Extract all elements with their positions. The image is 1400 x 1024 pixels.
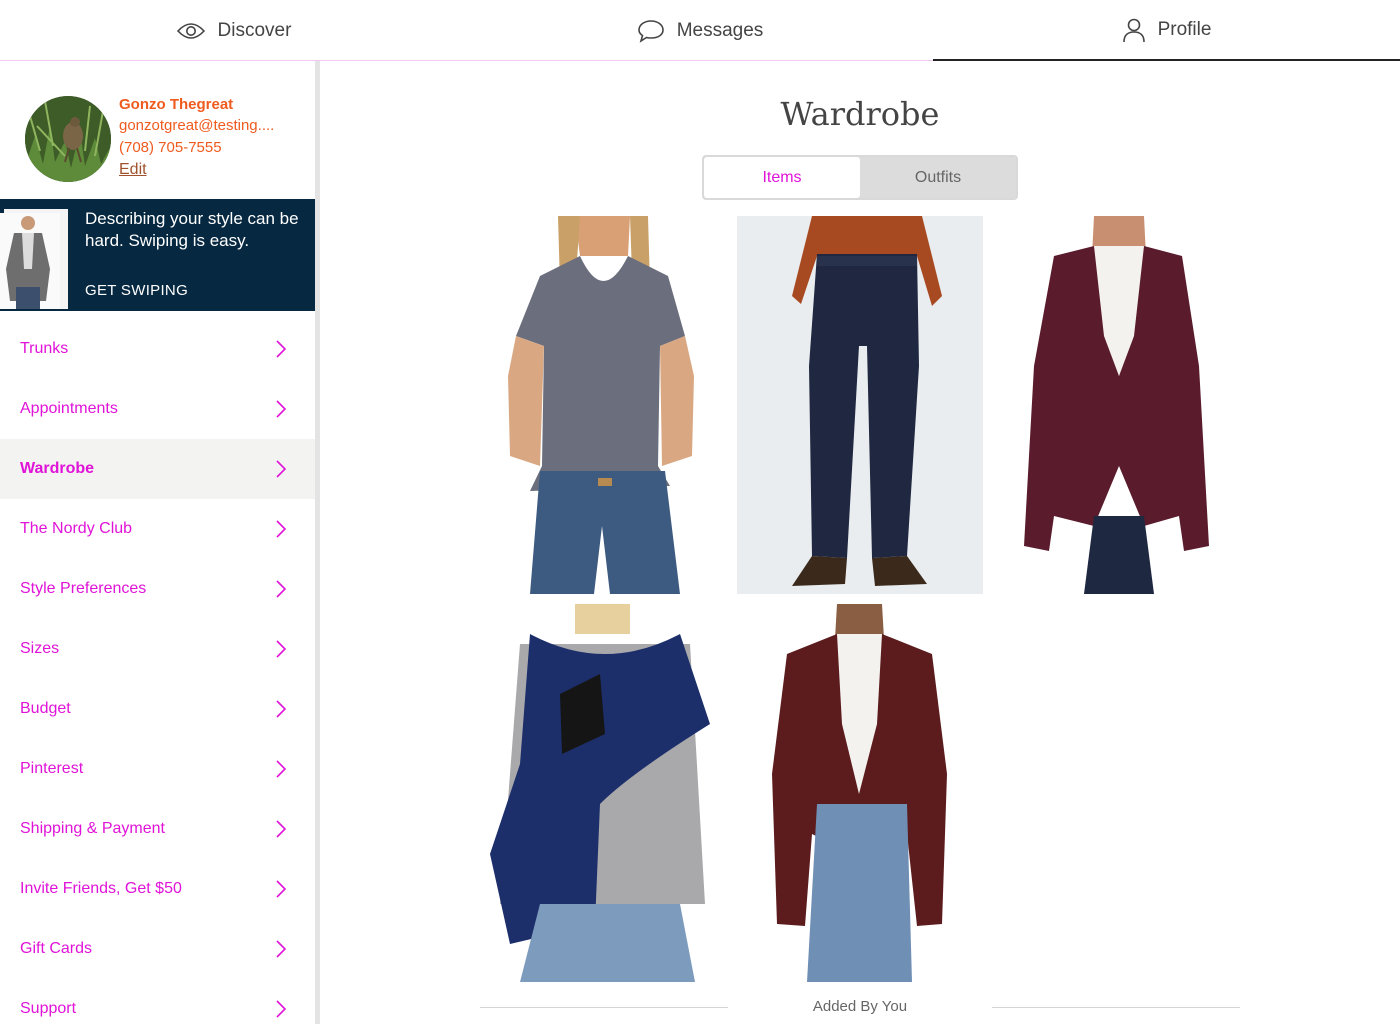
sidebar-item-label: Gift Cards: [20, 940, 93, 957]
sidebar-item-appointments[interactable]: Appointments: [0, 379, 315, 439]
tab-discover[interactable]: Discover: [0, 0, 467, 61]
profile-card: Gonzo Thegreat gonzotgreat@testing.... (…: [0, 61, 315, 199]
sidebar-item-budget[interactable]: Budget: [0, 679, 315, 739]
wardrobe-item-blue-fur-scarf[interactable]: [480, 604, 726, 982]
sidebar-item-label: Pinterest: [20, 760, 84, 777]
sidebar-item-label: Support: [20, 1000, 77, 1017]
chevron-right-icon: [276, 580, 287, 598]
profile-menu: Trunks Appointments Wardrobe The Nordy C…: [0, 319, 315, 1024]
swiping-promo-banner[interactable]: Describing your style can be hard. Swipi…: [0, 199, 315, 311]
sidebar-item-style-preferences[interactable]: Style Preferences: [0, 559, 315, 619]
get-swiping-link[interactable]: GET SWIPING: [85, 282, 188, 299]
sidebar-item-label: Style Preferences: [20, 580, 147, 597]
sidebar-item-label: Budget: [20, 700, 71, 717]
chevron-right-icon: [276, 340, 287, 358]
sidebar-item-label: Appointments: [20, 400, 118, 417]
wardrobe-panel: Wardrobe Items Outfits Added By You: [320, 61, 1400, 1024]
tab-profile[interactable]: Profile: [933, 0, 1400, 61]
sidebar-item-trunks[interactable]: Trunks: [0, 319, 315, 379]
sidebar-item-support[interactable]: Support: [0, 979, 315, 1024]
sidebar-item-label: Wardrobe: [20, 460, 95, 477]
edit-profile-link[interactable]: Edit: [119, 161, 147, 179]
wardrobe-item-burgundy-blazer[interactable]: [994, 216, 1240, 594]
sidebar-item-label: Invite Friends, Get $50: [20, 880, 182, 897]
eye-icon: [176, 21, 206, 41]
chevron-right-icon: [276, 820, 287, 838]
page-title: Wardrobe: [780, 95, 940, 133]
profile-phone: (708) 705-7555: [119, 139, 222, 156]
section-divider-right: [992, 1007, 1240, 1008]
sidebar-item-label: Sizes: [20, 640, 60, 657]
sidebar: Gonzo Thegreat gonzotgreat@testing.... (…: [0, 61, 315, 1024]
promo-image: [0, 209, 68, 309]
sidebar-item-shipping-payment[interactable]: Shipping & Payment: [0, 799, 315, 859]
sidebar-item-label: Trunks: [20, 340, 69, 357]
sidebar-item-pinterest[interactable]: Pinterest: [0, 739, 315, 799]
chevron-right-icon: [276, 1000, 287, 1018]
chevron-right-icon: [276, 400, 287, 418]
sidebar-item-wardrobe[interactable]: Wardrobe: [0, 439, 315, 499]
chevron-right-icon: [276, 760, 287, 778]
sidebar-item-invite-friends[interactable]: Invite Friends, Get $50: [0, 859, 315, 919]
wardrobe-view-toggle: Items Outfits: [702, 155, 1018, 200]
sidebar-item-nordy-club[interactable]: The Nordy Club: [0, 499, 315, 559]
person-icon: [1122, 17, 1146, 43]
sidebar-item-gift-cards[interactable]: Gift Cards: [0, 919, 315, 979]
sidebar-item-label: The Nordy Club: [20, 520, 133, 537]
tab-messages[interactable]: Messages: [467, 0, 933, 61]
chevron-right-icon: [276, 880, 287, 898]
chevron-right-icon: [276, 460, 287, 478]
tab-items[interactable]: Items: [704, 157, 860, 198]
chat-bubble-icon: [637, 19, 665, 43]
top-navigation: Discover Messages Profile: [0, 0, 1400, 61]
chevron-right-icon: [276, 640, 287, 658]
section-divider-left: [480, 1007, 728, 1008]
sidebar-item-label: Shipping & Payment: [20, 820, 165, 837]
wardrobe-item-navy-trousers[interactable]: [737, 216, 983, 594]
profile-email: gonzotgreat@testing....: [119, 117, 275, 134]
tab-outfits[interactable]: Outfits: [860, 157, 1016, 198]
sidebar-item-sizes[interactable]: Sizes: [0, 619, 315, 679]
tab-profile-label: Profile: [1157, 18, 1212, 40]
wardrobe-item-leather-jacket[interactable]: [737, 604, 983, 982]
tab-discover-label: Discover: [217, 19, 292, 41]
section-label-added-by-you: Added By You: [812, 998, 908, 1015]
promo-text: Describing your style can be hard. Swipi…: [85, 209, 299, 250]
wardrobe-item-gray-tee[interactable]: [480, 216, 726, 594]
chevron-right-icon: [276, 700, 287, 718]
chevron-right-icon: [276, 940, 287, 958]
avatar: [25, 96, 111, 182]
chevron-right-icon: [276, 520, 287, 538]
profile-name: Gonzo Thegreat: [119, 96, 234, 113]
tab-messages-label: Messages: [676, 19, 764, 41]
